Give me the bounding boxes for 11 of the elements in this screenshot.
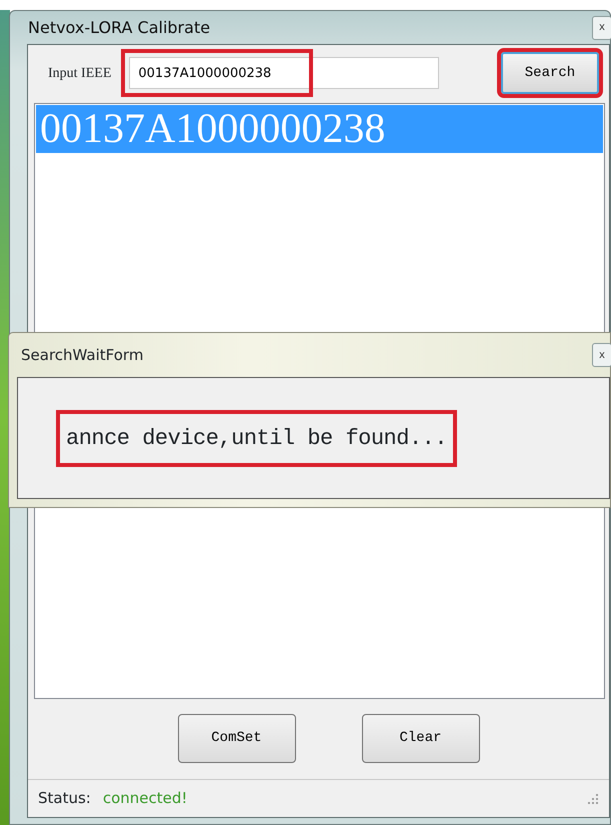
close-button[interactable]: x xyxy=(592,16,611,40)
action-button[interactable]: ComSet xyxy=(178,714,296,763)
close-button[interactable]: x xyxy=(592,343,611,367)
dialog-title: SearchWaitForm xyxy=(21,344,144,366)
window-title: Netvox-LORA Calibrate xyxy=(28,16,210,38)
resize-grip-icon[interactable] xyxy=(587,792,599,804)
action-button[interactable]: Clear xyxy=(362,714,480,763)
status-value: connected! xyxy=(102,788,188,810)
ieee-input-field[interactable]: 00137A1000000238 xyxy=(129,57,440,89)
status-label: Status: xyxy=(38,788,91,810)
input-label: Input IEEE xyxy=(48,64,112,82)
